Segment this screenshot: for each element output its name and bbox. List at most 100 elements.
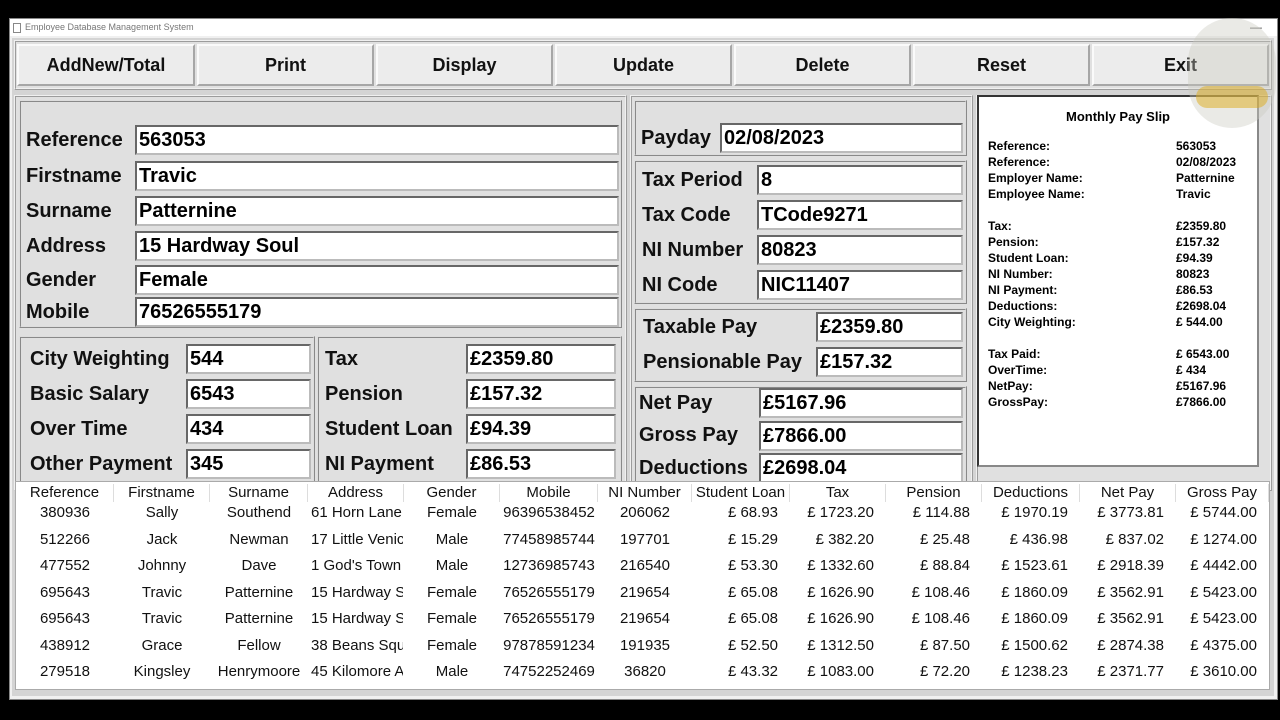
table-cell: Fellow <box>237 636 281 654</box>
print-button[interactable]: Print <box>197 44 374 86</box>
table-cell: £ 1083.00 <box>807 663 874 680</box>
tax-label: Tax <box>325 348 358 370</box>
payslip-row-label: NetPay: <box>988 379 1033 393</box>
payslip-row-label: Reference: <box>988 139 1051 153</box>
over-time-field[interactable]: 434 <box>186 414 311 444</box>
other-payment-field[interactable]: 345 <box>186 449 311 479</box>
table-cell: £ 1274.00 <box>1190 530 1257 548</box>
display-button[interactable]: Display <box>376 44 553 86</box>
address-field[interactable]: 15 Hardway Soul <box>135 231 619 261</box>
gender-label: Gender <box>26 269 97 291</box>
column-header[interactable]: Surname <box>210 484 308 502</box>
ni-number-label: NI Number <box>642 239 744 261</box>
payslip-row-value: £157.32 <box>1176 235 1220 249</box>
table-cell: £ 436.98 <box>1009 530 1068 548</box>
payslip-row-label: Student Loan: <box>988 251 1069 265</box>
net-pay-field[interactable]: £5167.96 <box>759 388 963 418</box>
tax-code-field[interactable]: TCode9271 <box>757 200 963 230</box>
deductions-total-field[interactable]: £2698.04 <box>759 453 963 483</box>
payslip-row-label: Tax: <box>988 219 1012 233</box>
table-cell: £ 4442.00 <box>1190 557 1257 574</box>
tax-code-label: Tax Code <box>642 204 731 226</box>
column-header[interactable]: Net Pay <box>1080 484 1176 502</box>
table-cell: Female <box>426 583 478 601</box>
taxable-pay-field[interactable]: £2359.80 <box>816 312 963 342</box>
table-cell: Male <box>435 663 469 680</box>
ni-payment-field[interactable]: £86.53 <box>466 449 616 479</box>
payslip-text[interactable]: Monthly Pay Slip Reference: 563053 Referen… <box>977 95 1259 467</box>
reset-button[interactable]: Reset <box>913 44 1090 86</box>
table-cell: Johnny <box>137 557 187 574</box>
table-cell: Grace <box>141 636 183 654</box>
column-header[interactable]: Deductions <box>982 484 1080 502</box>
student-loan-field[interactable]: £94.39 <box>466 414 616 444</box>
net-pay-label: Net Pay <box>639 392 713 414</box>
surname-field[interactable]: Patternine <box>135 196 619 226</box>
table-cell: 695643 <box>39 583 91 601</box>
delete-button[interactable]: Delete <box>734 44 911 86</box>
update-button[interactable]: Update <box>555 44 732 86</box>
table-cell: £ 25.48 <box>919 530 970 548</box>
employee-table[interactable]: Reference Firstname Surname Address Gender Mo… <box>15 481 1270 690</box>
table-cell: 45 Kilomore Ave <box>311 663 403 680</box>
reference-field[interactable]: 563053 <box>135 125 619 155</box>
payslip-row-label: OverTime: <box>988 363 1048 377</box>
payslip-row-label: Pension: <box>988 235 1039 249</box>
city-weighting-field[interactable]: 544 <box>186 344 311 374</box>
taxable-pay-label: Taxable Pay <box>643 316 758 338</box>
mobile-field[interactable]: 76526555179 <box>135 297 619 327</box>
firstname-label: Firstname <box>26 165 122 187</box>
column-header[interactable]: Reference <box>16 484 114 502</box>
city-weighting-label: City Weighting <box>30 348 170 370</box>
pensionable-pay-field[interactable]: £157.32 <box>816 347 963 377</box>
gender-field[interactable]: Female <box>135 265 619 295</box>
payslip-row-value: £7866.00 <box>1176 395 1227 409</box>
table-cell: £ 53.30 <box>727 557 778 574</box>
table-cell: 77458985744 <box>503 530 595 548</box>
payday-field[interactable]: 02/08/2023 <box>720 123 963 153</box>
table-cell: Patternine <box>224 610 294 627</box>
mobile-label: Mobile <box>26 301 90 323</box>
payslip-row-label: NI Number: <box>988 267 1053 281</box>
tax-period-field[interactable]: 8 <box>757 165 963 195</box>
table-cell: £ 4375.00 <box>1190 636 1257 654</box>
tax-field[interactable]: £2359.80 <box>466 344 616 374</box>
table-cell: £ 88.84 <box>919 557 970 574</box>
table-cell: Jack <box>146 530 178 548</box>
gross-pay-label: Gross Pay <box>639 424 738 446</box>
app-icon <box>13 22 21 33</box>
addnew-total-button[interactable]: AddNew/Total <box>17 44 195 86</box>
column-header[interactable]: Mobile <box>500 484 598 502</box>
column-header[interactable]: Firstname <box>114 484 210 502</box>
address-label: Address <box>26 235 107 257</box>
column-header[interactable]: Student Loan <box>692 484 790 502</box>
column-header[interactable]: Address <box>308 484 404 502</box>
column-header[interactable]: Pension <box>886 484 982 502</box>
table-cell: Male <box>435 530 469 548</box>
table-cell: Sally <box>145 504 179 521</box>
payslip-row-value: Patternine <box>1176 171 1235 185</box>
table-cell: 512266 <box>39 530 91 548</box>
ni-number-field[interactable]: 80823 <box>757 235 963 265</box>
table-cell: £ 2371.77 <box>1097 663 1164 680</box>
column-header[interactable]: Tax <box>790 484 886 502</box>
table-cell: £ 1332.60 <box>807 557 874 574</box>
basic-salary-field[interactable]: 6543 <box>186 379 311 409</box>
table-cell: £ 1312.50 <box>807 636 874 654</box>
table-cell: £ 1860.09 <box>1001 583 1068 601</box>
column-header[interactable]: NI Number <box>598 484 692 502</box>
table-cell: Travic <box>141 583 183 601</box>
ni-code-field[interactable]: NIC11407 <box>757 270 963 300</box>
column-header[interactable]: Gross Pay <box>1176 484 1269 502</box>
firstname-field[interactable]: Travic <box>135 161 619 191</box>
column-header[interactable]: Gender <box>404 484 500 502</box>
payslip-row-value: 02/08/2023 <box>1176 155 1237 169</box>
gross-pay-field[interactable]: £7866.00 <box>759 421 963 451</box>
pension-field[interactable]: £157.32 <box>466 379 616 409</box>
payslip-row-label: Employee Name: <box>988 187 1085 201</box>
table-cell: £ 65.08 <box>727 583 778 601</box>
payslip-row-value: £5167.96 <box>1176 379 1227 393</box>
table-cell: Kingsley <box>133 663 191 680</box>
table-cell: £ 3562.91 <box>1097 583 1164 601</box>
payslip-row-label: Tax Paid: <box>988 347 1041 361</box>
